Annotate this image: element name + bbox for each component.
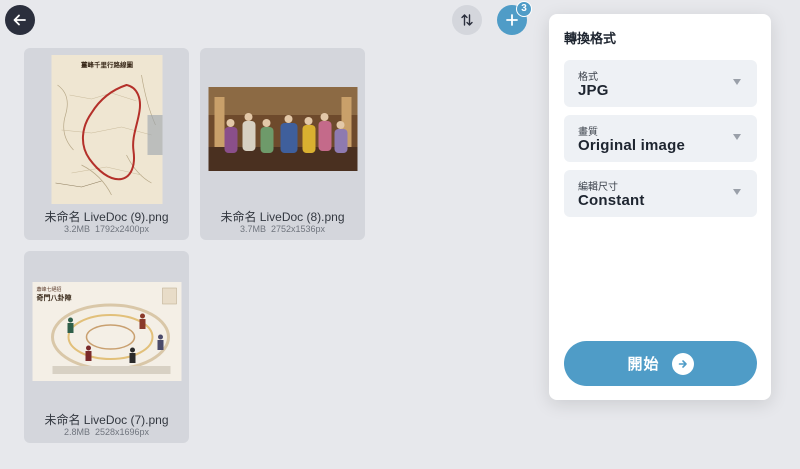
format-label: 格式 [578,72,598,83]
start-label: 開始 [627,356,660,373]
dropdown-arrow-icon [733,134,741,140]
file-card[interactable]: 未命名 LiveDoc (8).png 3.7MB 2752x1536px [200,48,365,240]
arrow-right-circle-icon [671,352,694,375]
file-name: 未命名 LiveDoc (8).png [220,210,345,224]
file-count-badge: 3 [516,1,532,17]
panel-title: 轉換格式 [564,31,617,46]
file-name: 未命名 LiveDoc (9).png [44,210,169,224]
file-dimensions: 2528x1696px [94,427,150,437]
file-meta: 3.7MB 2752x1536px [200,224,365,234]
file-meta: 3.2MB 1792x2400px [24,224,189,234]
file-thumbnail-map: 薑峰千里行路線圖 [51,55,162,204]
plus-icon [506,14,518,26]
size-value: Constant [578,192,645,209]
file-dimensions: 2752x1536px [270,224,326,234]
back-button[interactable] [5,5,35,35]
sort-button[interactable] [452,5,482,35]
dropdown-arrow-icon [733,79,741,85]
start-button[interactable]: 開始 [564,341,757,386]
file-meta: 2.8MB 2528x1696px [24,427,189,437]
quality-select[interactable]: 畫質 Original image [564,115,757,162]
file-thumbnail-painting [208,87,357,171]
dropdown-arrow-icon [733,189,741,195]
size-select[interactable]: 編輯尺寸 Constant [564,170,757,217]
diagram-title-text-1: 蕭峰七絕招 [36,286,61,293]
file-size: 2.8MB [63,427,90,437]
file-size: 3.2MB [63,224,90,234]
size-label: 編輯尺寸 [578,182,618,193]
sort-arrows-icon [461,14,473,26]
file-size: 3.7MB [239,224,266,234]
quality-value: Original image [578,137,685,154]
file-name: 未命名 LiveDoc (7).png [44,413,169,427]
arrow-left-icon [13,14,26,26]
file-card[interactable]: 蕭峰七絕招 奇門八卦陣 未命名 LiveDoc (7).png 2.8MB 252… [24,251,189,443]
file-thumbnail-diagram: 蕭峰七絕招 奇門八卦陣 [32,282,181,381]
format-value: JPG [578,82,609,99]
convert-format-panel: 轉換格式 格式 JPG 畫質 Original image 編輯尺寸 Const… [549,14,771,400]
diagram-title-text-2: 奇門八卦陣 [36,293,71,302]
map-title-text: 薑峰千里行路線圖 [81,60,134,69]
file-card[interactable]: 薑峰千里行路線圖 未命名 LiveDoc (9).png 3.2MB 1792x2… [24,48,189,240]
quality-label: 畫質 [578,127,598,138]
format-select[interactable]: 格式 JPG [564,60,757,107]
file-dimensions: 1792x2400px [94,224,150,234]
